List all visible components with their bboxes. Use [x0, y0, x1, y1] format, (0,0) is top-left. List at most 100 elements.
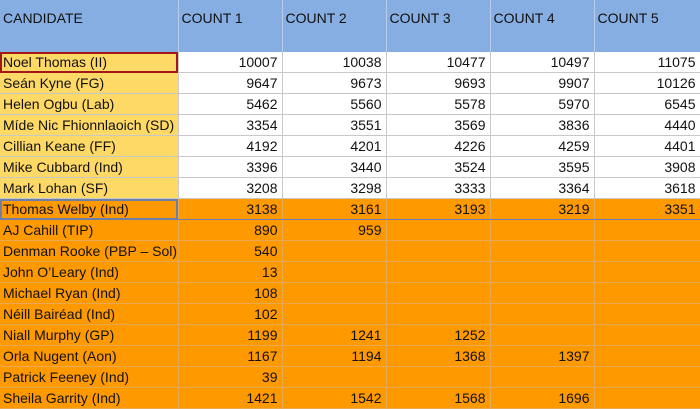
count-1-cell[interactable]: 1199	[178, 324, 283, 346]
count-1-cell[interactable]: 3396	[178, 156, 283, 178]
count-5-cell[interactable]	[594, 303, 700, 325]
count-4-cell[interactable]: 1696	[490, 387, 595, 409]
count-2-cell[interactable]: 959	[282, 219, 387, 241]
count-1-cell[interactable]: 3138	[178, 198, 283, 220]
count-2-cell[interactable]	[282, 261, 387, 283]
candidate-name-cell[interactable]: Míde Nic Fhionnlaoich (SD)	[0, 114, 179, 136]
count-1-cell[interactable]: 1421	[178, 387, 283, 409]
count-4-cell[interactable]: 1397	[490, 345, 595, 367]
candidate-name-cell[interactable]: Mark Lohan (SF)	[0, 177, 179, 199]
header-candidate[interactable]: CANDIDATE	[0, 0, 179, 52]
count-1-cell[interactable]: 9647	[178, 72, 283, 94]
candidate-name-cell[interactable]: Orla Nugent (Aon)	[0, 345, 179, 367]
count-5-cell[interactable]: 4440	[594, 114, 700, 136]
count-1-cell[interactable]: 108	[178, 282, 283, 304]
count-2-cell[interactable]: 3440	[282, 156, 387, 178]
count-3-cell[interactable]: 4226	[386, 135, 491, 157]
count-3-cell[interactable]: 1568	[386, 387, 491, 409]
count-1-cell[interactable]: 10007	[178, 52, 283, 73]
count-1-cell[interactable]: 3354	[178, 114, 283, 136]
count-2-cell[interactable]	[282, 240, 387, 262]
count-5-cell[interactable]	[594, 345, 700, 367]
count-4-cell[interactable]: 5970	[490, 93, 595, 115]
count-4-cell[interactable]	[490, 282, 595, 304]
count-5-cell[interactable]	[594, 324, 700, 346]
count-4-cell[interactable]: 9907	[490, 72, 595, 94]
candidate-name-cell[interactable]: Seán Kyne (FG)	[0, 72, 179, 94]
header-count-5[interactable]: COUNT 5	[594, 0, 700, 52]
header-count-2[interactable]: COUNT 2	[282, 0, 387, 52]
count-5-cell[interactable]: 6545	[594, 93, 700, 115]
count-5-cell[interactable]: 3351	[594, 198, 700, 220]
count-1-cell[interactable]: 102	[178, 303, 283, 325]
count-3-cell[interactable]	[386, 282, 491, 304]
count-2-cell[interactable]	[282, 282, 387, 304]
count-2-cell[interactable]: 1542	[282, 387, 387, 409]
count-3-cell[interactable]: 3333	[386, 177, 491, 199]
count-1-cell[interactable]: 5462	[178, 93, 283, 115]
count-5-cell[interactable]: 3908	[594, 156, 700, 178]
count-2-cell[interactable]: 3161	[282, 198, 387, 220]
count-3-cell[interactable]	[386, 366, 491, 388]
count-1-cell[interactable]: 3208	[178, 177, 283, 199]
count-3-cell[interactable]	[386, 240, 491, 262]
count-2-cell[interactable]: 4201	[282, 135, 387, 157]
count-3-cell[interactable]: 9693	[386, 72, 491, 94]
candidate-name-cell[interactable]: Sheila Garrity (Ind)	[0, 387, 179, 409]
count-1-cell[interactable]: 540	[178, 240, 283, 262]
count-4-cell[interactable]: 3836	[490, 114, 595, 136]
count-4-cell[interactable]: 3219	[490, 198, 595, 220]
count-3-cell[interactable]: 10477	[386, 52, 491, 73]
header-count-3[interactable]: COUNT 3	[386, 0, 491, 52]
header-count-1[interactable]: COUNT 1	[178, 0, 283, 52]
candidate-name-cell[interactable]: Patrick Feeney (Ind)	[0, 366, 179, 388]
count-3-cell[interactable]	[386, 261, 491, 283]
count-2-cell[interactable]: 1241	[282, 324, 387, 346]
count-2-cell[interactable]	[282, 303, 387, 325]
count-4-cell[interactable]	[490, 366, 595, 388]
count-5-cell[interactable]	[594, 366, 700, 388]
count-4-cell[interactable]: 3595	[490, 156, 595, 178]
candidate-name-cell[interactable]: Helen Ogbu (Lab)	[0, 93, 179, 115]
count-1-cell[interactable]: 890	[178, 219, 283, 241]
count-5-cell[interactable]: 3618	[594, 177, 700, 199]
count-3-cell[interactable]: 5578	[386, 93, 491, 115]
count-4-cell[interactable]	[490, 303, 595, 325]
count-3-cell[interactable]: 1252	[386, 324, 491, 346]
count-2-cell[interactable]: 3298	[282, 177, 387, 199]
candidate-name-cell[interactable]: AJ Cahill (TIP)	[0, 219, 179, 241]
count-3-cell[interactable]: 3193	[386, 198, 491, 220]
count-5-cell[interactable]: 10126	[594, 72, 700, 94]
count-2-cell[interactable]: 1194	[282, 345, 387, 367]
candidate-name-cell[interactable]: Denman Rooke (PBP – Sol)	[0, 240, 179, 262]
candidate-name-cell[interactable]: Thomas Welby (Ind)	[0, 198, 179, 220]
count-2-cell[interactable]: 3551	[282, 114, 387, 136]
count-4-cell[interactable]: 4259	[490, 135, 595, 157]
count-5-cell[interactable]	[594, 219, 700, 241]
candidate-name-cell[interactable]: John O’Leary (Ind)	[0, 261, 179, 283]
candidate-name-cell[interactable]: Noel Thomas (II)	[0, 52, 179, 73]
count-3-cell[interactable]	[386, 219, 491, 241]
count-4-cell[interactable]	[490, 240, 595, 262]
count-3-cell[interactable]: 1368	[386, 345, 491, 367]
count-1-cell[interactable]: 39	[178, 366, 283, 388]
count-1-cell[interactable]: 1167	[178, 345, 283, 367]
count-3-cell[interactable]: 3524	[386, 156, 491, 178]
count-4-cell[interactable]	[490, 219, 595, 241]
count-2-cell[interactable]: 10038	[282, 52, 387, 73]
count-2-cell[interactable]: 5560	[282, 93, 387, 115]
count-5-cell[interactable]	[594, 282, 700, 304]
count-5-cell[interactable]: 11075	[594, 52, 700, 73]
count-5-cell[interactable]	[594, 261, 700, 283]
count-5-cell[interactable]	[594, 387, 700, 409]
header-count-4[interactable]: COUNT 4	[490, 0, 595, 52]
candidate-name-cell[interactable]: Mike Cubbard (Ind)	[0, 156, 179, 178]
count-3-cell[interactable]: 3569	[386, 114, 491, 136]
count-4-cell[interactable]: 3364	[490, 177, 595, 199]
candidate-name-cell[interactable]: Niall Murphy (GP)	[0, 324, 179, 346]
count-3-cell[interactable]	[386, 303, 491, 325]
count-2-cell[interactable]: 9673	[282, 72, 387, 94]
count-1-cell[interactable]: 4192	[178, 135, 283, 157]
count-5-cell[interactable]: 4401	[594, 135, 700, 157]
count-4-cell[interactable]	[490, 261, 595, 283]
